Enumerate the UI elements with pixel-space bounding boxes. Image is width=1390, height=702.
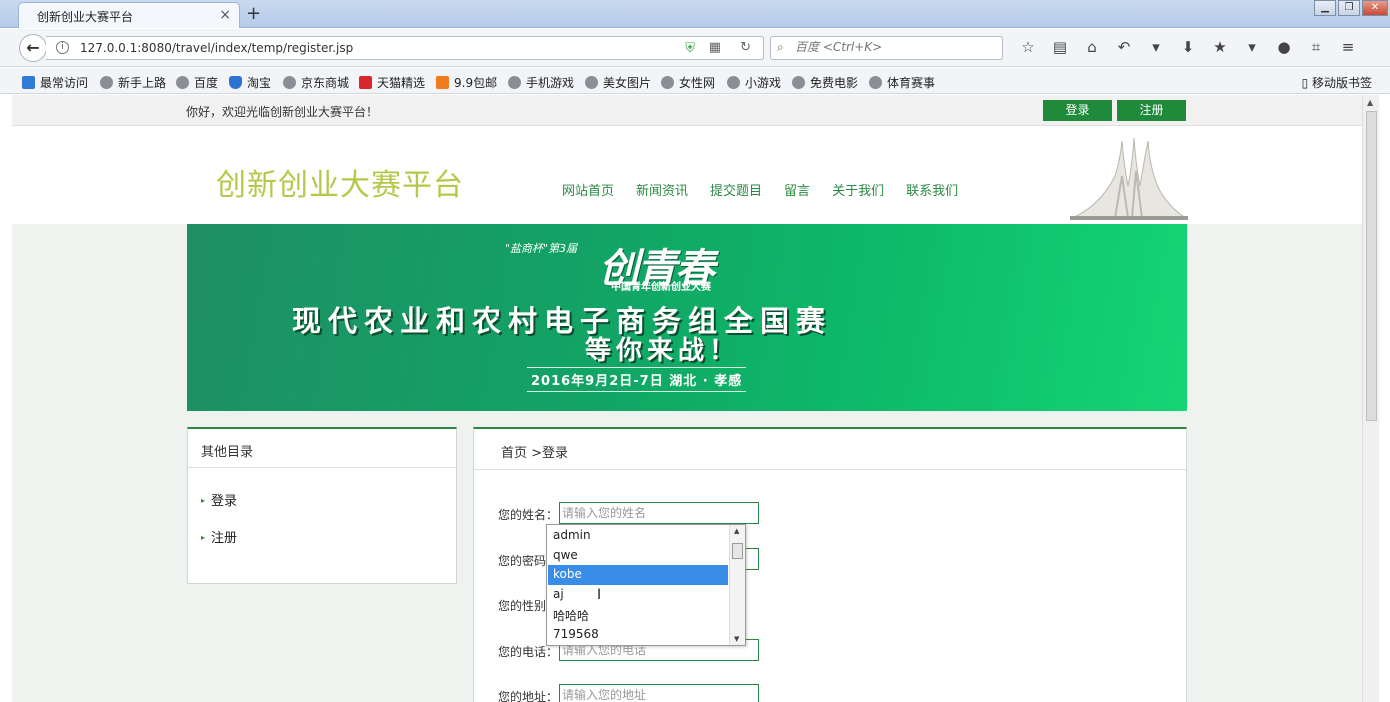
favorites-icon[interactable]: ★ xyxy=(1204,38,1236,56)
scroll-thumb[interactable] xyxy=(732,543,743,559)
reload-icon[interactable]: ↻ xyxy=(740,40,751,55)
name-input[interactable] xyxy=(559,502,759,524)
tab-title: 创新创业大赛平台 xyxy=(37,10,134,24)
shield-icon[interactable]: ⛨ xyxy=(685,41,695,56)
scroll-up-icon[interactable]: ▲ xyxy=(1367,98,1373,107)
banner-date: 2016年9月2日-7日 湖北 · 孝感 xyxy=(527,367,747,392)
address-label: 您的地址： xyxy=(498,690,559,702)
info-icon[interactable]: i xyxy=(56,41,69,54)
banner-sub: "盐商杯"第3届 xyxy=(505,242,578,255)
new-tab-button[interactable]: + xyxy=(246,3,261,24)
bookmark-item[interactable]: 天猫精选 xyxy=(359,74,425,91)
scroll-thumb[interactable] xyxy=(1366,111,1377,421)
bookmark-item[interactable]: 女性网 xyxy=(661,74,715,91)
bookmark-item[interactable]: 新手上路 xyxy=(100,74,166,91)
banner-brand-sub: 中国青年创新创业大赛 xyxy=(611,282,711,293)
bookmark-item[interactable]: 9.9包邮 xyxy=(436,74,497,91)
login-button[interactable]: 登录 xyxy=(1043,100,1112,121)
close-window-button[interactable]: ✕ xyxy=(1362,0,1388,16)
search-box[interactable]: ⌕ xyxy=(770,36,1003,60)
back-arrow-icon[interactable]: ← xyxy=(19,34,47,62)
sidebar-title: 其他目录 xyxy=(188,429,456,468)
site-title: 创新创业大赛平台 xyxy=(216,168,464,203)
browser-nav-bar: ← i 127.0.0.1:8080/travel/index/temp/reg… xyxy=(0,29,1390,67)
bookmark-item[interactable]: 百度 xyxy=(176,74,218,91)
banner-image: "盐商杯"第3届 创青春 中国青年创新创业大赛 现代农业和农村电子商务组全国赛 … xyxy=(187,224,1187,411)
nav-contact[interactable]: 联系我们 xyxy=(906,180,958,199)
mobile-bookmarks[interactable]: ▯ 移动版书签 xyxy=(1302,74,1372,91)
bookmark-item[interactable]: 京东商城 xyxy=(283,74,349,91)
autocomplete-item[interactable]: admin xyxy=(548,526,728,546)
register-button[interactable]: 注册 xyxy=(1117,100,1186,121)
autocomplete-dropdown[interactable]: admin qwe kobe aj 哈哈哈 719568 ▲ ▼ xyxy=(546,524,746,646)
bookmark-item[interactable]: 免费电影 xyxy=(792,74,858,91)
breadcrumb: 首页 >登录 xyxy=(474,429,1186,470)
dropdown-icon[interactable]: ▾ xyxy=(1140,38,1172,56)
bookmarks-bar: 最常访问 新手上路 百度 淘宝 京东商城 天猫精选 9.9包邮 手机游戏 美女图… xyxy=(0,68,1390,94)
nav-news[interactable]: 新闻资讯 xyxy=(636,180,688,199)
scroll-up-icon[interactable]: ▲ xyxy=(734,527,739,535)
bookmark-item[interactable]: 美女图片 xyxy=(585,74,651,91)
bookmark-item[interactable]: 小游戏 xyxy=(727,74,781,91)
address-bar[interactable]: i 127.0.0.1:8080/travel/index/temp/regis… xyxy=(46,36,764,60)
bookmark-item[interactable]: 淘宝 xyxy=(229,74,271,91)
page-scrollbar[interactable]: ▲ xyxy=(1362,95,1379,702)
bookmark-item[interactable]: 最常访问 xyxy=(22,74,88,91)
sidebar: 其他目录 ▸ 登录 ▸ 注册 xyxy=(187,427,457,584)
autocomplete-item[interactable]: aj xyxy=(548,585,728,605)
top-strip: 你好，欢迎光临创新创业大赛平台！ 登录 注册 xyxy=(12,95,1362,126)
download-icon[interactable]: ⬇ xyxy=(1172,38,1204,56)
banner-headline: 现代农业和农村电子商务组全国赛 xyxy=(292,304,833,338)
autocomplete-scrollbar[interactable]: ▲ ▼ xyxy=(729,525,745,645)
nav-about[interactable]: 关于我们 xyxy=(832,180,884,199)
qr-code-icon[interactable]: ▦ xyxy=(709,40,721,55)
text-cursor-icon: Ι xyxy=(597,587,602,603)
address-input[interactable] xyxy=(559,684,759,702)
toolbar-icons: ☆ ▤ ⌂ ↶ ▾ ⬇ ★ ▾ ● ⌗ ≡ xyxy=(1012,38,1364,56)
bullet-icon: ▸ xyxy=(201,496,206,505)
bookmark-item[interactable]: 手机游戏 xyxy=(508,74,574,91)
nav-message[interactable]: 留言 xyxy=(784,180,810,199)
welcome-text: 你好，欢迎光临创新创业大赛平台！ xyxy=(186,105,379,119)
browser-tab[interactable]: 创新创业大赛平台 × xyxy=(18,2,240,28)
url-text[interactable]: 127.0.0.1:8080/travel/index/temp/registe… xyxy=(80,41,353,55)
crop-icon[interactable]: ⌗ xyxy=(1300,38,1332,56)
building-logo-icon xyxy=(1070,137,1188,220)
autocomplete-item[interactable]: qwe xyxy=(548,546,728,566)
site-header: 创新创业大赛平台 网站首页 新闻资讯 提交题目 留言 关于我们 联系我们 xyxy=(12,126,1362,224)
sidebar-item-register[interactable]: ▸ 注册 xyxy=(201,527,237,546)
name-label: 您的姓名： xyxy=(498,508,559,522)
nav-home[interactable]: 网站首页 xyxy=(562,180,614,199)
autocomplete-item[interactable]: 719568 xyxy=(548,625,728,645)
menu-icon[interactable]: ≡ xyxy=(1332,38,1364,56)
bookmark-item[interactable]: 体育赛事 xyxy=(869,74,935,91)
close-icon[interactable]: × xyxy=(219,7,231,23)
dropdown-icon[interactable]: ▾ xyxy=(1236,38,1268,56)
search-icon: ⌕ xyxy=(777,40,784,54)
home-icon[interactable]: ⌂ xyxy=(1076,38,1108,56)
scroll-down-icon[interactable]: ▼ xyxy=(734,635,739,643)
nav-submit[interactable]: 提交题目 xyxy=(710,180,762,199)
search-input[interactable] xyxy=(795,40,995,54)
minimize-button[interactable]: ▁ xyxy=(1314,0,1336,16)
autocomplete-item[interactable]: 哈哈哈 xyxy=(548,605,728,625)
banner-headline-2: 等你来战！ xyxy=(585,336,741,366)
maximize-button[interactable]: ❐ xyxy=(1338,0,1360,16)
undo-icon[interactable]: ↶ xyxy=(1108,38,1140,56)
autocomplete-item-selected[interactable]: kobe xyxy=(548,565,728,585)
sidebar-item-login[interactable]: ▸ 登录 xyxy=(201,490,237,509)
reading-list-icon[interactable]: ▤ xyxy=(1044,38,1076,56)
main-nav: 网站首页 新闻资讯 提交题目 留言 关于我们 联系我们 xyxy=(562,180,958,199)
chat-icon[interactable]: ● xyxy=(1268,38,1300,56)
browser-tab-bar: 创新创业大赛平台 × + ▁ ❐ ✕ xyxy=(0,0,1390,28)
bullet-icon: ▸ xyxy=(201,533,206,542)
window-controls: ▁ ❐ ✕ xyxy=(1314,0,1388,16)
bookmark-star-icon[interactable]: ☆ xyxy=(1012,38,1044,56)
